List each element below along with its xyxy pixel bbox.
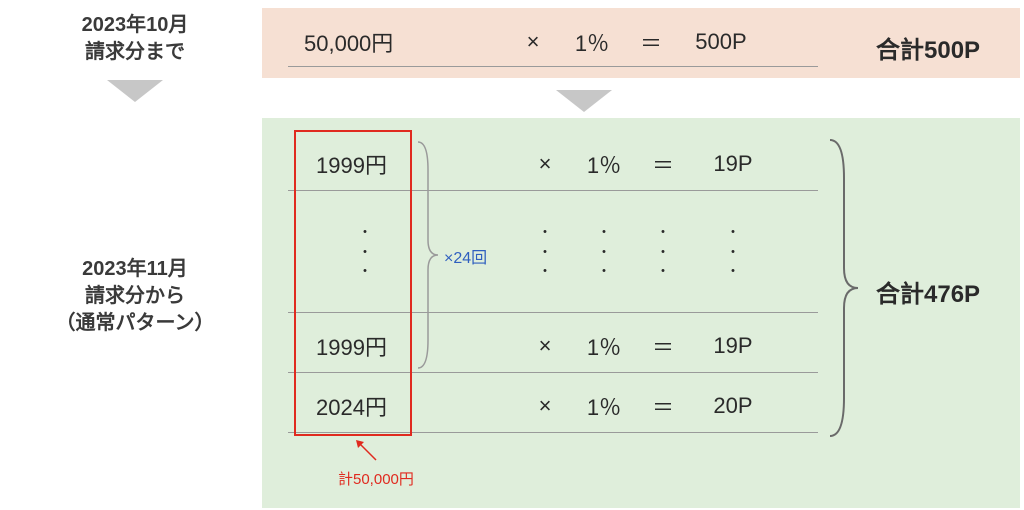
down-arrow-icon bbox=[556, 90, 612, 112]
arrow-icon bbox=[354, 438, 384, 468]
points-value: 19P bbox=[688, 333, 778, 359]
period-label-after: 2023年11月請求分から（通常パターン） bbox=[20, 256, 250, 337]
points-value: 20P bbox=[688, 393, 778, 419]
equals-symbol: ＝ bbox=[638, 330, 688, 362]
equals-symbol: ＝ bbox=[638, 390, 688, 422]
multiply-symbol: × bbox=[508, 29, 558, 55]
multiply-symbol: × bbox=[520, 151, 570, 177]
dots: ・・・ bbox=[688, 223, 778, 282]
row-divider bbox=[288, 66, 818, 67]
multiply-symbol: × bbox=[520, 333, 570, 359]
down-arrow-icon bbox=[107, 80, 163, 102]
points-value: 500P bbox=[676, 29, 766, 55]
amount-value: 50,000円 bbox=[288, 26, 418, 58]
after-total: 合計476P bbox=[876, 274, 980, 309]
dots: ・・・ bbox=[638, 223, 688, 282]
dots: ・・・ bbox=[520, 223, 570, 282]
multiply-symbol: × bbox=[520, 393, 570, 419]
dots: ・・・ bbox=[570, 223, 638, 282]
repeat-count-note: ×24回 bbox=[444, 244, 487, 268]
rate-value: 1％ bbox=[570, 148, 638, 180]
equals-symbol: ＝ bbox=[626, 26, 676, 58]
rate-value: 1％ bbox=[570, 330, 638, 362]
before-calc-row: 50,000円 × 1％ ＝ 500P bbox=[288, 18, 766, 66]
brace-icon bbox=[824, 138, 864, 438]
amount-sum-note: 計50,000円 bbox=[338, 468, 414, 489]
equals-symbol: ＝ bbox=[638, 148, 688, 180]
before-total: 合計500P bbox=[876, 30, 980, 65]
rate-value: 1％ bbox=[570, 390, 638, 422]
rate-value: 1％ bbox=[558, 26, 626, 58]
points-value: 19P bbox=[688, 151, 778, 177]
amount-highlight-box bbox=[294, 130, 412, 436]
period-label-before: 2023年10月請求分まで bbox=[30, 12, 240, 66]
brace-icon bbox=[412, 140, 442, 370]
